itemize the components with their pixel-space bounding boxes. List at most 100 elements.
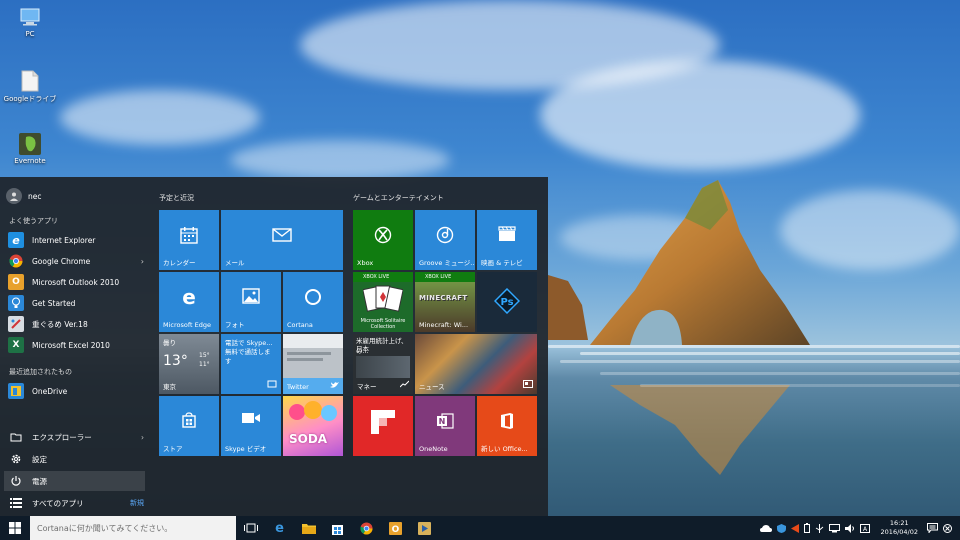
app-onedrive[interactable]: OneDrive: [8, 381, 144, 401]
user-account[interactable]: nec: [6, 187, 42, 205]
weather-condition: 曇り: [163, 339, 176, 347]
taskbar-media-app[interactable]: [410, 516, 439, 540]
weather-low: 11°: [199, 361, 210, 368]
app-outlook-2010[interactable]: O Microsoft Outlook 2010: [8, 272, 144, 292]
tile-get-office[interactable]: 新しい Office...: [477, 396, 537, 456]
tile-solitaire[interactable]: XBOX LIVE Microsoft Solitaire Collection: [353, 272, 413, 332]
power-button[interactable]: 電源: [4, 471, 145, 491]
chevron-right-icon[interactable]: ›: [141, 257, 144, 266]
tile-candy-crush-soda[interactable]: SODA: [283, 396, 343, 456]
user-avatar-icon: [6, 188, 22, 204]
weather-high: 15°: [199, 352, 210, 359]
taskbar: Cortanaに何か聞いてみてください。 e O A 16:21 2016/04…: [0, 516, 960, 540]
ime-icon[interactable]: A: [859, 523, 870, 533]
rock-reflection: [610, 385, 790, 475]
app-label: OneDrive: [32, 386, 68, 396]
app-get-started[interactable]: Get Started: [8, 293, 144, 313]
wave: [560, 360, 960, 363]
power-label: 電源: [32, 476, 47, 486]
wave: [640, 384, 960, 387]
chevron-right-icon[interactable]: ›: [141, 433, 144, 442]
desktop-icon-label: PC: [25, 30, 35, 38]
tile-skype-video[interactable]: Skype ビデオ: [221, 396, 281, 456]
tile-edge[interactable]: e Microsoft Edge: [159, 272, 219, 332]
desktop-icon-google-drive[interactable]: Googleドライブ: [2, 70, 58, 104]
photo-icon: [221, 288, 281, 304]
tile-news[interactable]: ニュース: [415, 334, 537, 394]
taskbar-file-explorer[interactable]: [294, 516, 323, 540]
store-icon: [159, 412, 219, 428]
tile-label: Xbox: [357, 259, 374, 267]
app-label: Microsoft Excel 2010: [32, 340, 110, 350]
volume-icon[interactable]: [844, 523, 855, 533]
tile-label: Microsoft Solitaire Collection: [360, 318, 406, 330]
xbox-live-badge: XBOX LIVE: [415, 272, 475, 282]
cloud: [540, 60, 860, 170]
task-view-button[interactable]: [236, 516, 265, 540]
twitter-preview-image: [283, 334, 343, 348]
taskbar-outlook[interactable]: O: [381, 516, 410, 540]
playing-cards-icon: [363, 285, 403, 312]
desktop-icon-pc[interactable]: PC: [2, 6, 58, 38]
app-label: Microsoft Outlook 2010: [32, 277, 120, 287]
taskbar-store[interactable]: [323, 516, 352, 540]
security-icon[interactable]: [776, 523, 786, 533]
app-internet-explorer[interactable]: e Internet Explorer: [8, 230, 144, 250]
tile-label: Skype ビデオ: [225, 445, 267, 453]
recent-apps-label: 最近追加されたもの: [9, 368, 72, 376]
tile-twitter[interactable]: Twitter: [283, 334, 343, 394]
flipboard-icon: [353, 410, 413, 434]
action-center-icon[interactable]: [927, 523, 938, 533]
close-circle-icon[interactable]: [943, 523, 952, 533]
battery-icon[interactable]: [803, 523, 810, 533]
network-icon[interactable]: [828, 523, 840, 533]
twitter-bird-icon: [330, 381, 339, 391]
app-google-chrome[interactable]: Google Chrome ›: [8, 251, 144, 271]
tile-label: 映画 & テレビ: [481, 259, 523, 267]
tile-xbox[interactable]: Xbox: [353, 210, 413, 270]
tile-label: マネー: [357, 383, 377, 391]
tile-weather[interactable]: 曇り 13° 15° 11° 東京: [159, 334, 219, 394]
search-placeholder: Cortanaに何か聞いてみてください。: [37, 523, 173, 533]
tile-store[interactable]: ストア: [159, 396, 219, 456]
app-label: 重ぐるめ Ver.18: [32, 319, 88, 329]
tile-flipboard[interactable]: [353, 396, 413, 456]
desktop-icon-evernote[interactable]: Evernote: [2, 133, 58, 165]
all-apps-button[interactable]: すべてのアプリ 新規: [8, 493, 144, 513]
tile-mail[interactable]: メール: [221, 210, 343, 270]
explorer-button[interactable]: エクスプローラー ›: [8, 427, 144, 447]
skype-line-3: す: [225, 357, 232, 365]
tile-calendar[interactable]: カレンダー: [159, 210, 219, 270]
cloud: [60, 90, 260, 145]
usb-icon[interactable]: [815, 523, 824, 533]
settings-button[interactable]: 設定: [8, 449, 144, 469]
start-button[interactable]: [0, 516, 30, 540]
tile-photos[interactable]: フォト: [221, 272, 281, 332]
groove-music-icon: [415, 226, 475, 244]
app-kurume[interactable]: 重ぐるめ Ver.18: [8, 314, 144, 334]
tile-onenote[interactable]: N OneNote: [415, 396, 475, 456]
candy-logo-text: SODA: [289, 432, 328, 446]
tile-label: メール: [225, 259, 245, 267]
cortana-search-box[interactable]: Cortanaに何か聞いてみてください。: [30, 516, 236, 540]
alert-icon[interactable]: [790, 523, 799, 533]
tile-money[interactable]: 米雇用統計上げ、日本 の... マネー: [353, 334, 413, 394]
folder-icon: [301, 523, 316, 534]
clock[interactable]: 16:21 2016/04/02: [881, 519, 918, 537]
office-icon: [477, 412, 537, 430]
tile-movies-tv[interactable]: 映画 & テレビ: [477, 210, 537, 270]
tile-skype-preview[interactable]: 電話で Skype... 無料で通話しま す: [221, 334, 281, 394]
skype-line-2: 無料で通話しま: [225, 348, 271, 356]
tile-minecraft[interactable]: XBOX LIVE MINECRAFT Minecraft: Wi...: [415, 272, 475, 332]
tile-groove-music[interactable]: Groove ミュージ...: [415, 210, 475, 270]
taskbar-edge[interactable]: e: [265, 516, 294, 540]
task-view-icon: [243, 523, 258, 533]
app-excel-2010[interactable]: X Microsoft Excel 2010: [8, 335, 144, 355]
chart-icon: [399, 380, 410, 390]
taskbar-chrome[interactable]: [352, 516, 381, 540]
onedrive-cloud-icon[interactable]: [759, 524, 772, 532]
weather-city: 東京: [163, 383, 176, 391]
xbox-icon: [353, 226, 413, 244]
tile-cortana[interactable]: Cortana: [283, 272, 343, 332]
tile-photoshop-express[interactable]: Ps: [477, 272, 537, 332]
